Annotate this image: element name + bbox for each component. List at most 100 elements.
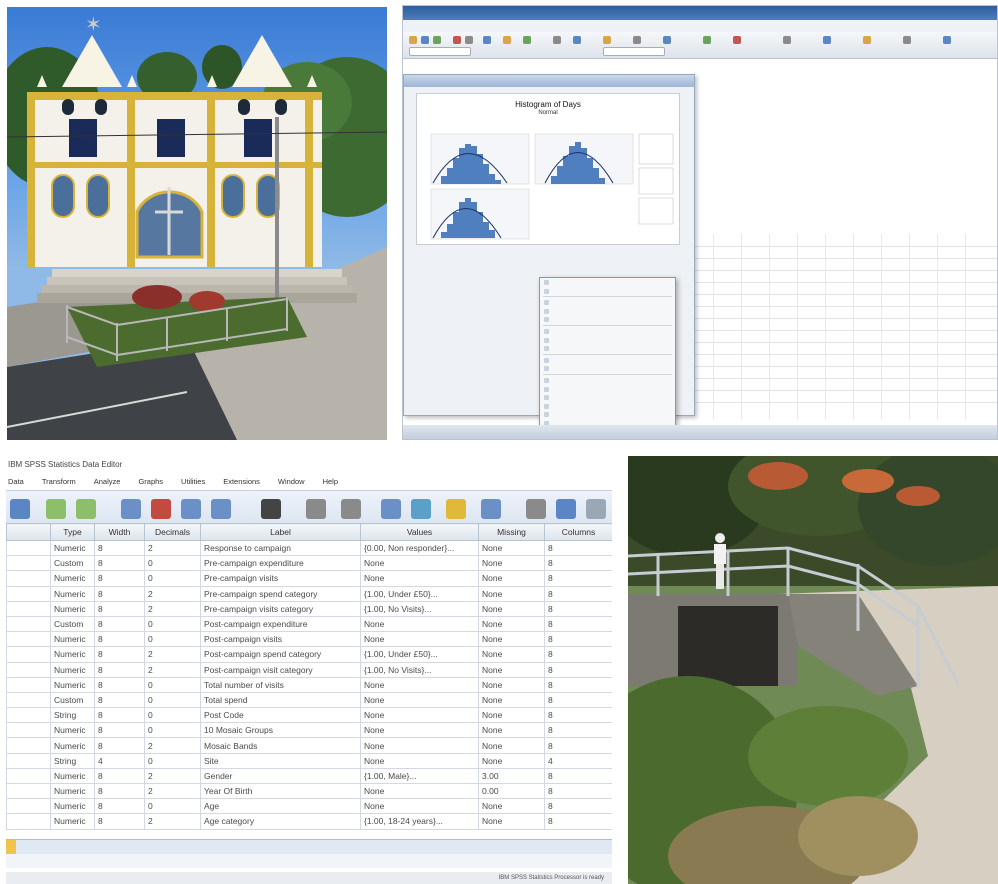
cell-decimals[interactable]: 0 [144,691,201,709]
select-cases-icon[interactable] [446,499,466,519]
table-row[interactable]: Numeric 8 0 10 Mosaic Groups None None 8 [6,722,612,739]
cell-type[interactable]: Numeric [50,737,95,754]
cell-values[interactable]: None [360,737,479,754]
table-row[interactable]: Numeric 8 2 Pre-campaign spend category {1.0… [6,585,612,602]
cell-missing[interactable]: None [478,570,545,587]
cell-type[interactable]: Numeric [50,631,95,648]
goto-case-icon[interactable] [121,499,141,519]
cell-missing[interactable]: None [478,615,545,633]
cell-type[interactable]: Numeric [50,539,95,557]
cell-name[interactable] [6,813,51,830]
cell-columns[interactable]: 8 [544,676,612,693]
cell-columns[interactable]: 8 [544,570,612,587]
cell-columns[interactable]: 8 [544,798,612,815]
cell-label[interactable]: Total number of visits [200,676,361,693]
cell-missing[interactable]: None [478,646,545,663]
cell-values[interactable]: None [360,752,479,769]
cell-type[interactable]: String [50,707,95,724]
cell-name[interactable] [6,767,51,785]
variables-icon[interactable] [181,499,201,519]
ctx-item[interactable] [540,307,675,316]
value-labels-icon[interactable] [481,499,501,519]
cell-width[interactable]: 4 [94,752,145,769]
table-row[interactable]: String 8 0 Post Code None None 8 [6,707,612,724]
cell-values[interactable]: {1.00, 18-24 years}... [360,813,479,830]
cell-missing[interactable]: None [478,539,545,557]
table-row[interactable]: Custom 8 0 Total spend None None 8 [6,691,612,709]
table-row[interactable]: Numeric 8 2 Year Of Birth None 0.00 8 [6,782,612,800]
cell-decimals[interactable]: 2 [144,767,201,785]
cell-label[interactable]: Post-campaign spend category [200,646,361,663]
cell-decimals[interactable]: 2 [144,813,201,830]
ctx-item[interactable] [540,402,675,411]
cell-values[interactable]: None [360,570,479,587]
ctx-item[interactable] [540,278,675,287]
table-row[interactable]: Custom 8 0 Post-campaign expenditure None Non… [6,615,612,633]
show-all-icon[interactable] [556,499,576,519]
cell-values[interactable]: None [360,615,479,633]
cell-type[interactable]: Custom [50,615,95,633]
cell-name[interactable] [6,737,51,754]
cell-width[interactable]: 8 [94,555,145,572]
menu-analyze[interactable]: Analyze [94,474,121,490]
menu-graphs[interactable]: Graphs [138,474,163,490]
cell-missing[interactable]: None [478,631,545,648]
cell-name[interactable] [6,585,51,602]
cell-width[interactable]: 8 [94,676,145,693]
find-icon[interactable] [261,499,281,519]
cell-values[interactable]: None [360,707,479,724]
cell-type[interactable]: Numeric [50,782,95,800]
cell-type[interactable]: String [50,752,95,769]
ctx-item[interactable] [540,410,675,419]
col-header-type[interactable]: Type [50,523,95,541]
cell-values[interactable]: None [360,631,479,648]
cell-decimals[interactable]: 2 [144,737,201,754]
col-header-columns[interactable]: Columns [544,523,612,541]
cell-width[interactable]: 8 [94,661,145,678]
cell-missing[interactable]: None [478,585,545,602]
cell-decimals[interactable]: 0 [144,798,201,815]
insert-cases-icon[interactable] [306,499,326,519]
table-row[interactable]: Numeric 8 2 Gender {1.00, Male}... 3.00 8 [6,767,612,785]
ctx-item[interactable] [540,298,675,307]
cell-decimals[interactable]: 0 [144,707,201,724]
cell-decimals[interactable]: 2 [144,585,201,602]
cell-width[interactable]: 8 [94,691,145,709]
cell-name[interactable] [6,691,51,709]
cell-values[interactable]: {0.00, Non responder}... [360,539,479,557]
cell-width[interactable]: 8 [94,585,145,602]
table-row[interactable]: Numeric 8 0 Post-campaign visits None None 8 [6,631,612,648]
cell-label[interactable]: Response to campaign [200,539,361,557]
cell-type[interactable]: Numeric [50,722,95,739]
cell-label[interactable]: Post-campaign visit category [200,661,361,678]
menu-extensions[interactable]: Extensions [223,474,260,490]
table-row[interactable]: Numeric 8 2 Response to campaign {0.00, Non … [6,539,612,557]
cell-width[interactable]: 8 [94,813,145,830]
cell-columns[interactable]: 8 [544,631,612,648]
cell-decimals[interactable]: 0 [144,555,201,572]
cell-type[interactable]: Numeric [50,813,95,830]
ctx-item[interactable] [540,287,675,296]
cell-missing[interactable]: None [478,555,545,572]
undo-icon[interactable] [46,499,66,519]
cell-columns[interactable]: 8 [544,691,612,709]
table-row[interactable]: Numeric 8 0 Pre-campaign visits None None 8 [6,570,612,587]
cell-width[interactable]: 8 [94,737,145,754]
cell-label[interactable]: Pre-campaign expenditure [200,555,361,572]
cell-name[interactable] [6,631,51,648]
table-row[interactable]: Numeric 8 2 Mosaic Bands None None 8 [6,737,612,754]
cell-width[interactable]: 8 [94,798,145,815]
cell-type[interactable]: Custom [50,555,95,572]
cell-values[interactable]: None [360,676,479,693]
cell-name[interactable] [6,555,51,572]
cell-missing[interactable]: None [478,798,545,815]
cell-decimals[interactable]: 2 [144,600,201,617]
cell-name[interactable] [6,707,51,724]
cell-columns[interactable]: 8 [544,555,612,572]
cell-width[interactable]: 8 [94,600,145,617]
cell-values[interactable]: None [360,798,479,815]
table-row[interactable]: Numeric 8 2 Post-campaign spend category {1.… [6,646,612,663]
cell-decimals[interactable]: 0 [144,570,201,587]
cell-label[interactable]: Pre-campaign spend category [200,585,361,602]
open-icon[interactable] [10,499,30,519]
